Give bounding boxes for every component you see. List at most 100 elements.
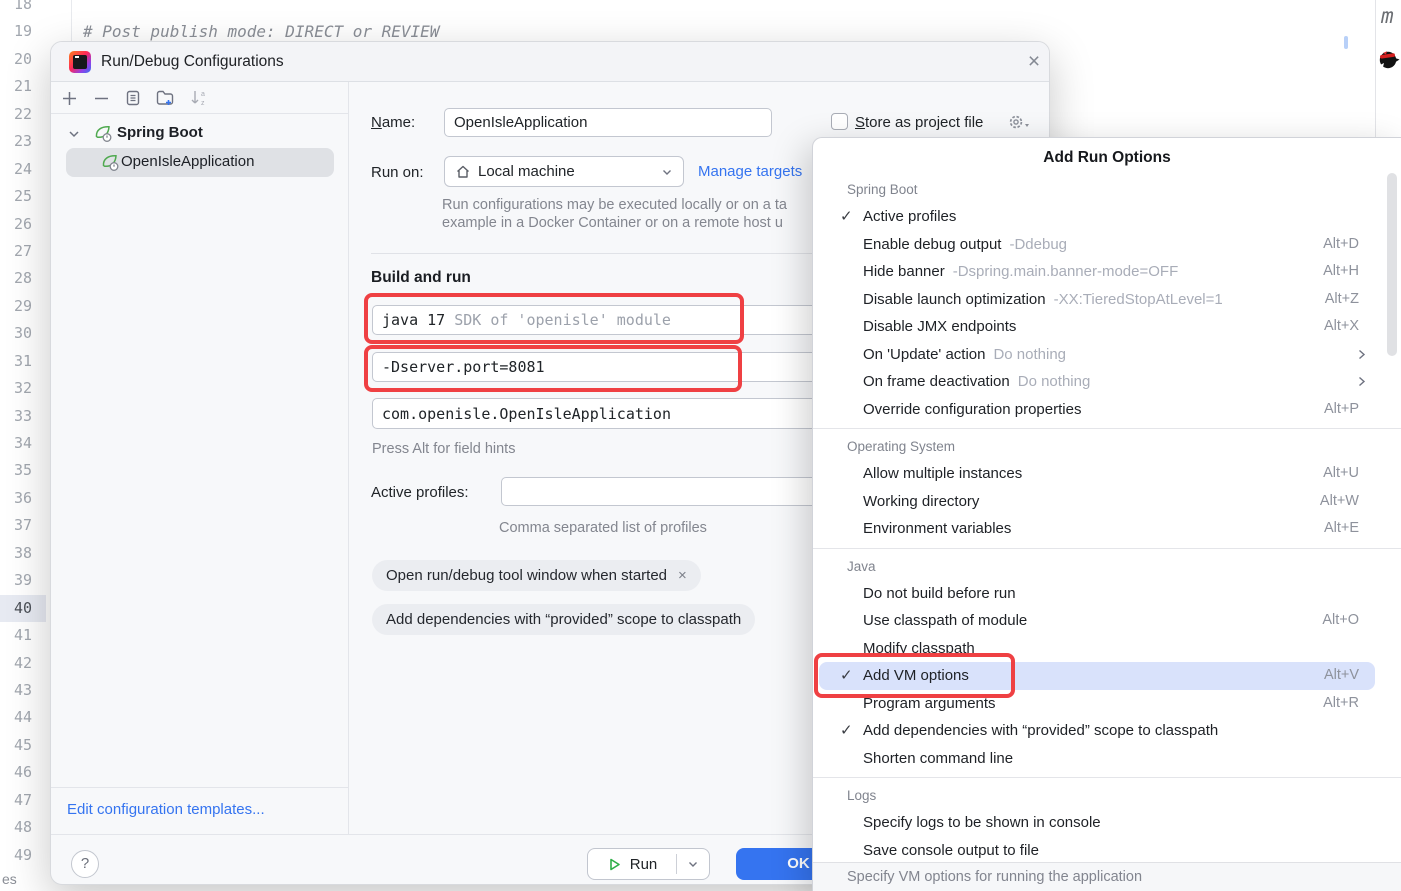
close-icon[interactable]: × [1021,50,1047,76]
copy-configuration-icon[interactable] [121,87,145,109]
line-number: 18 [0,0,46,18]
help-button[interactable]: ? [71,850,99,878]
menu-item-shortcut: Alt+D [1323,231,1359,259]
menu-item-label: Modify classpath [863,640,975,657]
menu-item-program-arguments[interactable]: Program arguments Alt+R [813,690,1401,718]
submenu-chevron-icon [1355,375,1368,388]
new-folder-icon[interactable] [153,87,177,109]
menu-item-label: Environment variables [863,520,1011,537]
line-number: 35 [0,457,46,484]
line-number: 25 [0,183,46,210]
build-and-run-heading: Build and run [371,269,471,287]
configurations-toolbar: a z [51,82,348,114]
scrollbar-thumb[interactable] [1387,173,1397,356]
menu-item-suffix: Do nothing [1018,373,1091,390]
menu-item-specify-logs-to-be-shown-in-console[interactable]: Specify logs to be shown in console [813,809,1401,837]
line-number: 30 [0,320,46,347]
menu-item-disable-launch-optimization[interactable]: Disable launch optimization-XX:TieredSto… [813,286,1401,314]
dialog-title: Run/Debug Configurations [101,53,284,71]
menu-item-shortcut: Alt+Z [1325,286,1359,314]
line-number: 29 [0,293,46,320]
menu-item-label: Use classpath of module [863,612,1027,629]
menu-item-on-frame-deactivation[interactable]: On frame deactivation Do nothing [813,368,1401,396]
menu-item-label: Disable launch optimization [863,291,1046,308]
menu-item-save-console-output-to-file[interactable]: Save console output to file [813,837,1401,865]
menu-item-shortcut: Alt+H [1323,258,1359,286]
menu-separator [813,428,1401,429]
panel-divider[interactable] [348,82,349,835]
popup-footer-hint: Specify VM options for running the appli… [813,862,1401,891]
tree-item-openisleapplication[interactable]: OpenIsleApplication [121,153,254,170]
menu-item-shortcut: Alt+R [1323,690,1359,718]
error-stripe-mark[interactable] [1344,36,1348,49]
line-number: 24 [0,156,46,183]
pill-label: Open run/debug tool window when started [386,567,667,584]
line-number: 32 [0,375,46,402]
toolwindow-label-fragment[interactable]: es [2,871,17,887]
popup-title: Add Run Options [813,138,1401,177]
menu-item-shortcut: Alt+O [1322,607,1359,635]
menu-separator [813,548,1401,549]
menu-item-shortcut: Alt+V [1324,662,1359,690]
line-number: 49 [0,842,46,869]
jre-value: java 17 [382,311,445,329]
menu-separator [813,777,1401,778]
menu-item-hide-banner[interactable]: Hide banner-Dspring.main.banner-mode=OFF… [813,258,1401,286]
menu-item-label: Specify logs to be shown in console [863,814,1101,831]
menu-item-label: Program arguments [863,695,996,712]
edit-configuration-templates-link[interactable]: Edit configuration templates... [67,801,265,818]
menu-item-modify-classpath[interactable]: Modify classpath [813,635,1401,663]
remove-pill-icon[interactable]: × [678,567,687,584]
menu-item-working-directory[interactable]: Working directoryAlt+W [813,488,1401,516]
menu-item-shorten-command-line[interactable]: Shorten command line [813,745,1401,773]
remove-configuration-icon[interactable] [89,87,113,109]
menu-item-label: Add dependencies with “provided” scope t… [863,722,1218,739]
run-button[interactable]: Run [587,848,710,880]
menu-item-shortcut: Alt+U [1323,460,1359,488]
menu-item-use-classpath-of-module[interactable]: Use classpath of module Alt+O [813,607,1401,635]
menu-item-override-configuration-properties[interactable]: Override configuration propertiesAlt+P [813,396,1401,424]
dialog-titlebar: Run/Debug Configurations × [51,42,1049,82]
menu-item-disable-jmx-endpoints[interactable]: Disable JMX endpointsAlt+X [813,313,1401,341]
store-as-project-file-checkbox[interactable] [831,113,848,130]
line-number: 43 [0,677,46,704]
sort-configurations-icon[interactable]: a z [187,87,211,109]
add-configuration-icon[interactable] [57,87,81,109]
line-number: 41 [0,622,46,649]
menu-item-active-profiles[interactable]: ✓Active profiles [813,203,1401,231]
gear-icon[interactable] [1007,112,1031,132]
line-number: 28 [0,265,46,292]
line-number: 42 [0,650,46,677]
divider [51,787,348,788]
option-pill-open-tool-window[interactable]: Open run/debug tool window when started … [372,560,701,591]
run-on-select[interactable]: Local machine [444,156,684,187]
menu-item-allow-multiple-instances[interactable]: Allow multiple instancesAlt+U [813,460,1401,488]
menu-item-label: Hide banner [863,263,945,280]
manage-targets-link[interactable]: Manage targets [698,163,802,180]
option-pill-provided-scope[interactable]: Add dependencies with “provided” scope t… [372,604,755,635]
menu-item-shortcut: Alt+X [1324,313,1359,341]
menu-item-label: On frame deactivation [863,373,1010,390]
name-input[interactable]: OpenIsleApplication [444,108,772,137]
run-on-label: Run on: [371,164,424,181]
menu-item-environment-variables[interactable]: Environment variablesAlt+E [813,515,1401,543]
tree-group-spring-boot[interactable]: Spring Boot [117,124,203,141]
spring-boot-icon [100,152,120,172]
menu-item-do-not-build-before-run[interactable]: Do not build before run [813,580,1401,608]
line-number: 31 [0,348,46,375]
run-dropdown-chevron-icon[interactable] [677,858,709,870]
menu-item-enable-debug-output[interactable]: Enable debug output-DdebugAlt+D [813,231,1401,259]
menu-item-add-vm-options[interactable]: ✓Add VM optionsAlt+V [813,662,1401,690]
menu-item-label: Save console output to file [863,842,1039,859]
menu-item-label: On 'Update' action [863,346,985,363]
menu-item-on-update-action[interactable]: On 'Update' actionDo nothing [813,341,1401,369]
line-number: 22 [0,101,46,128]
menu-item-add-dependencies-with-provided-scope-to-classpath[interactable]: ✓Add dependencies with “provided” scope … [813,717,1401,745]
line-number: 37 [0,512,46,539]
line-number: 39 [0,567,46,594]
line-number: 20 [0,46,46,73]
chevron-down-icon[interactable] [66,126,82,142]
popup-menu: Spring Boot✓Active profilesEnable debug … [813,177,1401,864]
editor-gutter: 1819202122232425262728293031323334353637… [0,0,46,869]
bird-icon [1377,47,1400,70]
